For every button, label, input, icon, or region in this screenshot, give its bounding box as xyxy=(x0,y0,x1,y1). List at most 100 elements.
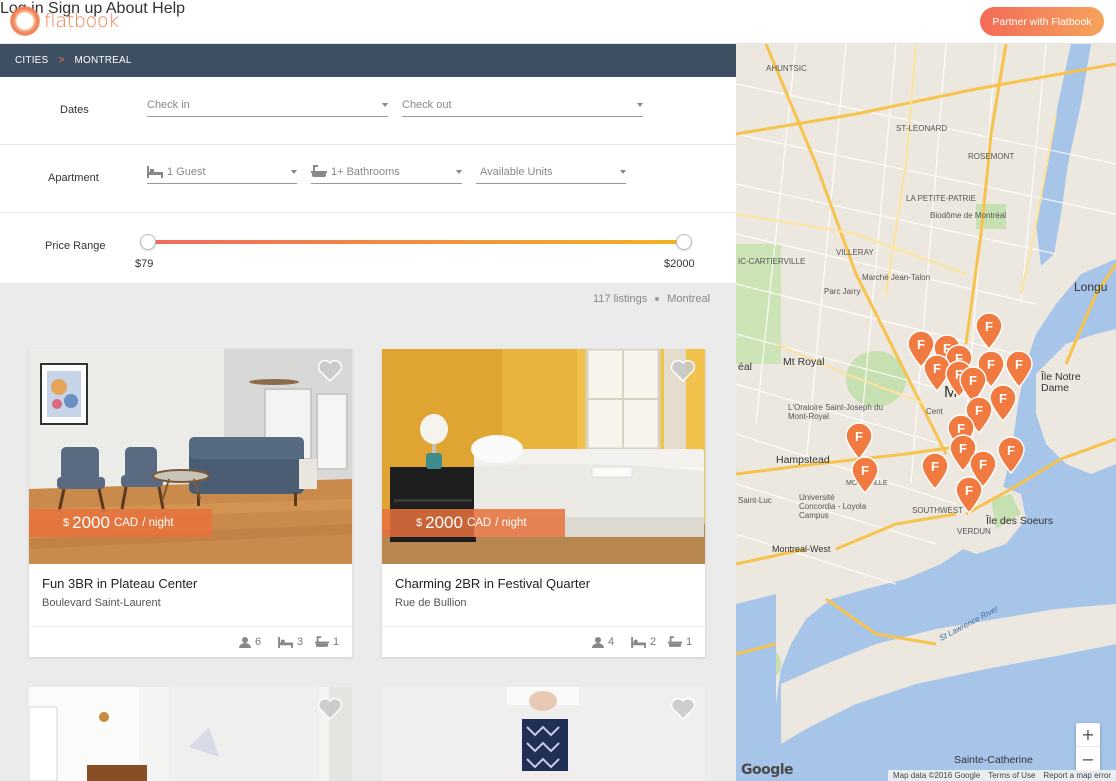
price-amount: 2000 xyxy=(425,513,463,532)
svg-text:F: F xyxy=(861,463,869,478)
listing-card[interactable]: $ 2000 CAD / night Fun 3BR in Plateau Ce… xyxy=(29,349,352,657)
chevron-down-icon xyxy=(637,103,643,107)
beds-count: 3 xyxy=(297,636,304,648)
map-label-sainte-catherine: Sainte-Catherine xyxy=(954,754,1033,766)
guests-amenity: 6 xyxy=(239,636,261,648)
logo-mark-icon xyxy=(10,6,40,36)
listing-pin-icon[interactable]: F xyxy=(844,422,874,460)
nav-help-link[interactable]: Help xyxy=(152,0,185,17)
map-label-centre: Cent xyxy=(926,407,943,416)
partner-button[interactable]: Partner with Flatbook xyxy=(980,7,1104,36)
units-select[interactable]: Available Units xyxy=(476,160,626,184)
beds-amenity: 2 xyxy=(631,636,656,648)
person-icon xyxy=(239,636,251,648)
favorite-heart-icon[interactable] xyxy=(670,697,696,721)
zoom-in-button[interactable]: + xyxy=(1076,723,1100,747)
svg-text:F: F xyxy=(855,429,863,444)
listing-title[interactable]: Charming 2BR in Festival Quarter xyxy=(395,576,590,591)
chevron-down-icon xyxy=(291,170,297,174)
svg-text:F: F xyxy=(999,391,1007,406)
bathtub-icon xyxy=(315,636,329,647)
listing-pin-icon[interactable]: F xyxy=(954,476,984,514)
apartment-label: Apartment xyxy=(48,172,99,184)
svg-text:F: F xyxy=(979,457,987,472)
price-unit: / night xyxy=(142,517,174,529)
listing-pin-icon[interactable]: F xyxy=(974,312,1004,350)
terms-link[interactable]: Terms of Use xyxy=(988,771,1035,780)
listing-card[interactable]: $ 2000 CAD / night Charming 2BR in Festi… xyxy=(382,349,705,657)
map-label-hampstead: Hampstead xyxy=(776,454,830,466)
check-in-select[interactable]: Check in xyxy=(147,93,388,117)
listing-title[interactable]: Fun 3BR in Plateau Center xyxy=(42,576,197,591)
person-icon xyxy=(592,636,604,648)
price-max-handle[interactable] xyxy=(676,234,692,250)
map-label-montreal-west: Montreal-West xyxy=(772,544,831,554)
listings-count: 117 listings xyxy=(593,293,648,305)
price-currency-symbol: $ xyxy=(416,517,423,529)
map-label-ile-notre-dame: Île Notre Dame xyxy=(1041,371,1081,394)
results-city: Montreal xyxy=(667,293,711,305)
price-min-handle[interactable] xyxy=(140,234,156,250)
report-error-link[interactable]: Report a map error xyxy=(1043,771,1111,780)
breadcrumb: CITIES > MONTREAL xyxy=(0,44,736,77)
listing-photo[interactable]: $ 2000 CAD / night xyxy=(29,349,352,564)
dates-label: Dates xyxy=(60,104,89,116)
price-min-value: $79 xyxy=(135,258,154,270)
map-label-villeray: VILLERAY xyxy=(836,248,874,257)
svg-text:F: F xyxy=(959,441,967,456)
bed-icon xyxy=(278,636,293,648)
map-label-longueuil: Longu xyxy=(1074,280,1108,294)
favorite-heart-icon[interactable] xyxy=(317,359,343,383)
price-currency: CAD xyxy=(113,517,139,529)
svg-text:F: F xyxy=(917,337,925,352)
listing-pin-icon[interactable]: F xyxy=(996,436,1026,474)
svg-text:F: F xyxy=(975,403,983,418)
listing-photo[interactable]: $ 2000 CAD / night xyxy=(382,349,705,564)
logo-text: flatbook xyxy=(44,10,119,32)
price-amount: 2000 xyxy=(72,513,110,532)
chevron-down-icon xyxy=(382,103,388,107)
price-range-label: Price Range xyxy=(45,240,106,252)
flatbook-logo[interactable]: flatbook xyxy=(10,6,119,36)
chevron-down-icon xyxy=(456,170,462,174)
map-label-saint-luc: Saint-Luc xyxy=(738,496,772,505)
guests-select[interactable]: 1 Guest xyxy=(147,160,297,184)
svg-text:F: F xyxy=(933,361,941,376)
map-label-ahuntsic: AHUNTSIC xyxy=(766,64,807,73)
listing-card[interactable] xyxy=(382,687,705,781)
price-range-track[interactable] xyxy=(148,240,684,244)
top-header: flatbook Log in Sign up About Help Partn… xyxy=(0,0,1116,44)
map-label-cartierville: IC-CARTIERVILLE xyxy=(738,257,806,266)
svg-text:F: F xyxy=(1007,443,1015,458)
price-tag: $ 2000 CAD / night xyxy=(382,509,565,537)
svg-text:F: F xyxy=(931,459,939,474)
map-label-oratoire: L'Oratoire Saint-Joseph du Mont-Royal xyxy=(788,403,883,421)
zoom-out-button[interactable]: − xyxy=(1076,747,1100,771)
check-out-placeholder: Check out xyxy=(402,98,452,111)
listing-pin-icon[interactable]: F xyxy=(1004,350,1034,388)
chevron-down-icon xyxy=(620,170,626,174)
breadcrumb-cities-link[interactable]: CITIES xyxy=(15,55,48,66)
listing-card[interactable] xyxy=(29,687,352,781)
check-out-select[interactable]: Check out xyxy=(402,93,643,117)
guests-amenity: 4 xyxy=(592,636,614,648)
bed-icon xyxy=(147,165,163,178)
listing-pin-icon[interactable]: F xyxy=(850,456,880,494)
dates-row: Dates Check in Check out xyxy=(0,77,736,145)
check-in-placeholder: Check in xyxy=(147,98,190,111)
listing-pin-icon[interactable]: F xyxy=(920,452,950,490)
bullet-separator xyxy=(655,297,660,301)
bathrooms-select[interactable]: 1+ Bathrooms xyxy=(311,160,462,184)
map-label-rosemont: ROSEMONT xyxy=(968,152,1015,161)
guests-count: 4 xyxy=(608,636,615,648)
filter-panel: Dates Check in Check out Apartment 1 Gue… xyxy=(0,77,736,283)
svg-text:F: F xyxy=(969,373,977,388)
favorite-heart-icon[interactable] xyxy=(670,359,696,383)
svg-text:F: F xyxy=(1015,357,1023,372)
map-label-petite-patrie: LA PETITE-PATRIE xyxy=(906,194,976,203)
listings-map[interactable]: IC-CARTIERVILLE Parc Jarry Marché Jean-T… xyxy=(736,44,1116,781)
breadcrumb-current: MONTREAL xyxy=(74,55,132,66)
favorite-heart-icon[interactable] xyxy=(317,697,343,721)
map-data-credit: Map data ©2016 Google xyxy=(892,771,981,780)
baths-amenity: 1 xyxy=(315,636,339,648)
